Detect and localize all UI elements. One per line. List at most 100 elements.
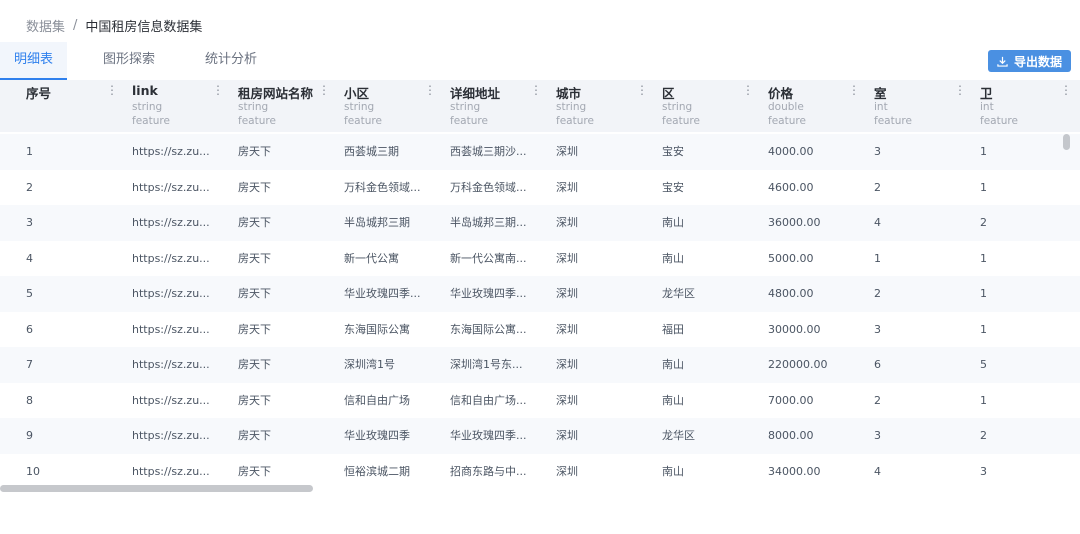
table-cell: https://sz.zu... <box>132 358 210 371</box>
table-cell: 4800.00 <box>768 287 814 300</box>
table-cell: 东海国际公寓 <box>344 322 410 336</box>
column-header[interactable]: 价格 double feature ⋮ <box>742 80 860 132</box>
table-cell: 华业玫瑰四季... <box>450 429 527 442</box>
table-row[interactable]: 3 https://sz.zu... 房天下 半岛城邦三期 半岛城邦三期... 深圳 南山 3… <box>0 205 1080 241</box>
table-cell: 房天下 <box>238 145 271 158</box>
table-cell: 半岛城邦三期... <box>450 216 527 229</box>
table-cell: 2 <box>874 287 881 300</box>
table-cell: https://sz.zu... <box>132 322 210 336</box>
table-cell: 1 <box>980 393 987 407</box>
table-row[interactable]: 1 https://sz.zu... 房天下 西荟城三期 西荟城三期沙... 深圳 宝安 40… <box>0 134 1080 170</box>
table-cell: https://sz.zu... <box>132 251 210 265</box>
column-header-role: feature <box>450 115 488 127</box>
column-header-name: 室 <box>874 86 887 101</box>
column-header-type: string <box>238 101 269 113</box>
table-cell: 信和自由广场 <box>344 393 410 407</box>
table-cell: 8000.00 <box>768 429 814 442</box>
table-cell: 深圳 <box>556 251 578 265</box>
table-cell: 3 <box>874 145 881 158</box>
column-header-type: int <box>874 101 888 113</box>
table-cell: 西荟城三期沙... <box>450 145 527 158</box>
table-cell: 1 <box>980 180 987 194</box>
table-row[interactable]: 10 https://sz.zu... 房天下 恒裕滨城二期 招商东路与中... 深圳 南山… <box>0 454 1080 490</box>
table-cell: 7000.00 <box>768 393 814 407</box>
table-cell: 36000.00 <box>768 216 821 229</box>
horizontal-scrollbar[interactable] <box>0 485 313 492</box>
table-cell: 3 <box>980 464 987 478</box>
vertical-scrollbar[interactable] <box>1063 134 1070 150</box>
table-cell: 信和自由广场... <box>450 393 527 407</box>
column-header[interactable]: 租房网站名称 string feature ⋮ <box>212 80 330 132</box>
table-cell: 深圳 <box>556 429 578 442</box>
table-cell: 深圳湾1号东... <box>450 358 523 371</box>
table-cell: 华业玫瑰四季... <box>344 287 421 300</box>
table-cell: 4 <box>26 251 33 265</box>
table-cell: 深圳 <box>556 145 578 158</box>
table-cell: 3 <box>26 216 33 229</box>
table-cell: 3 <box>874 429 881 442</box>
column-header-type: int <box>980 101 994 113</box>
table-cell: 2 <box>874 393 881 407</box>
table-cell: 西荟城三期 <box>344 145 399 158</box>
table-cell: 9 <box>26 429 33 442</box>
column-header-role: feature <box>238 115 276 127</box>
table-cell: 4 <box>874 464 881 478</box>
breadcrumb-root-link[interactable]: 数据集 <box>26 16 65 35</box>
column-header-role: feature <box>556 115 594 127</box>
table-row[interactable]: 5 https://sz.zu... 房天下 华业玫瑰四季... 华业玫瑰四季... 深圳… <box>0 276 1080 312</box>
column-header-name: 小区 <box>344 86 370 101</box>
column-header-role: feature <box>980 115 1018 127</box>
table-row[interactable]: 8 https://sz.zu... 房天下 信和自由广场 信和自由广场... 深圳 南山 7… <box>0 383 1080 419</box>
table-cell: 南山 <box>662 464 684 478</box>
table-cell: 房天下 <box>238 251 271 265</box>
tab-chart-explore[interactable]: 图形探索 <box>89 42 169 80</box>
table-row[interactable]: 4 https://sz.zu... 房天下 新一代公寓 新一代公寓南... 深圳 南山 50… <box>0 241 1080 277</box>
table-cell: 4600.00 <box>768 180 814 194</box>
column-header[interactable]: 小区 string feature ⋮ <box>318 80 436 132</box>
table-cell: 10 <box>26 464 40 478</box>
column-header[interactable]: 城市 string feature ⋮ <box>530 80 648 132</box>
table-cell: 深圳 <box>556 393 578 407</box>
table-cell: 新一代公寓 <box>344 251 399 265</box>
tab-stats-analysis[interactable]: 统计分析 <box>191 42 271 80</box>
export-data-button[interactable]: 导出数据 <box>988 50 1071 72</box>
table-row[interactable]: 6 https://sz.zu... 房天下 东海国际公寓 东海国际公寓... 深圳 福田 3… <box>0 312 1080 348</box>
table-row[interactable]: 2 https://sz.zu... 房天下 万科金色领域... 万科金色领域... 深圳… <box>0 170 1080 206</box>
table-cell: 新一代公寓南... <box>450 251 527 265</box>
column-header-name: link <box>132 83 158 98</box>
column-header[interactable]: 序号 ⋮ <box>0 80 118 132</box>
table-row[interactable]: 7 https://sz.zu... 房天下 深圳湾1号 深圳湾1号东... 深圳 南山 22… <box>0 347 1080 383</box>
breadcrumb-current: 中国租房信息数据集 <box>85 19 203 35</box>
table-cell: 房天下 <box>238 322 271 336</box>
column-header[interactable]: 详细地址 string feature ⋮ <box>424 80 542 132</box>
table-cell: https://sz.zu... <box>132 216 210 229</box>
table-cell: 华业玫瑰四季... <box>450 287 527 300</box>
table-cell: 6 <box>874 358 881 371</box>
tab-detail-table[interactable]: 明细表 <box>0 42 68 80</box>
view-tabs: 明细表 图形探索 统计分析 <box>0 42 293 80</box>
table-cell: 6 <box>26 322 33 336</box>
column-header-name: 区 <box>662 86 675 101</box>
table-cell: 华业玫瑰四季 <box>344 429 410 442</box>
column-header-name: 价格 <box>768 86 794 101</box>
table-cell: 房天下 <box>238 358 271 371</box>
table-cell: https://sz.zu... <box>132 429 210 442</box>
table-cell: 房天下 <box>238 216 271 229</box>
table-cell: https://sz.zu... <box>132 464 210 478</box>
column-menu-icon[interactable]: ⋮ <box>1060 83 1072 97</box>
table-cell: 2 <box>980 429 987 442</box>
table-cell: 深圳 <box>556 180 578 194</box>
table-cell: 龙华区 <box>662 429 695 442</box>
column-header-type: string <box>662 101 693 113</box>
column-header[interactable]: 卫 int feature ⋮ <box>954 80 1072 132</box>
table-cell: https://sz.zu... <box>132 393 210 407</box>
column-header[interactable]: 区 string feature ⋮ <box>636 80 754 132</box>
column-header[interactable]: 室 int feature ⋮ <box>848 80 966 132</box>
table-cell: 深圳 <box>556 464 578 478</box>
table-cell: 深圳 <box>556 322 578 336</box>
breadcrumb-separator: / <box>73 17 78 33</box>
column-header[interactable]: link string feature ⋮ <box>106 80 224 132</box>
data-table: 序号 ⋮ link string feature ⋮ 租房网站名称 string feature… <box>0 80 1080 498</box>
table-cell: 1 <box>980 287 987 300</box>
table-row[interactable]: 9 https://sz.zu... 房天下 华业玫瑰四季 华业玫瑰四季... 深圳 龙华区… <box>0 418 1080 454</box>
